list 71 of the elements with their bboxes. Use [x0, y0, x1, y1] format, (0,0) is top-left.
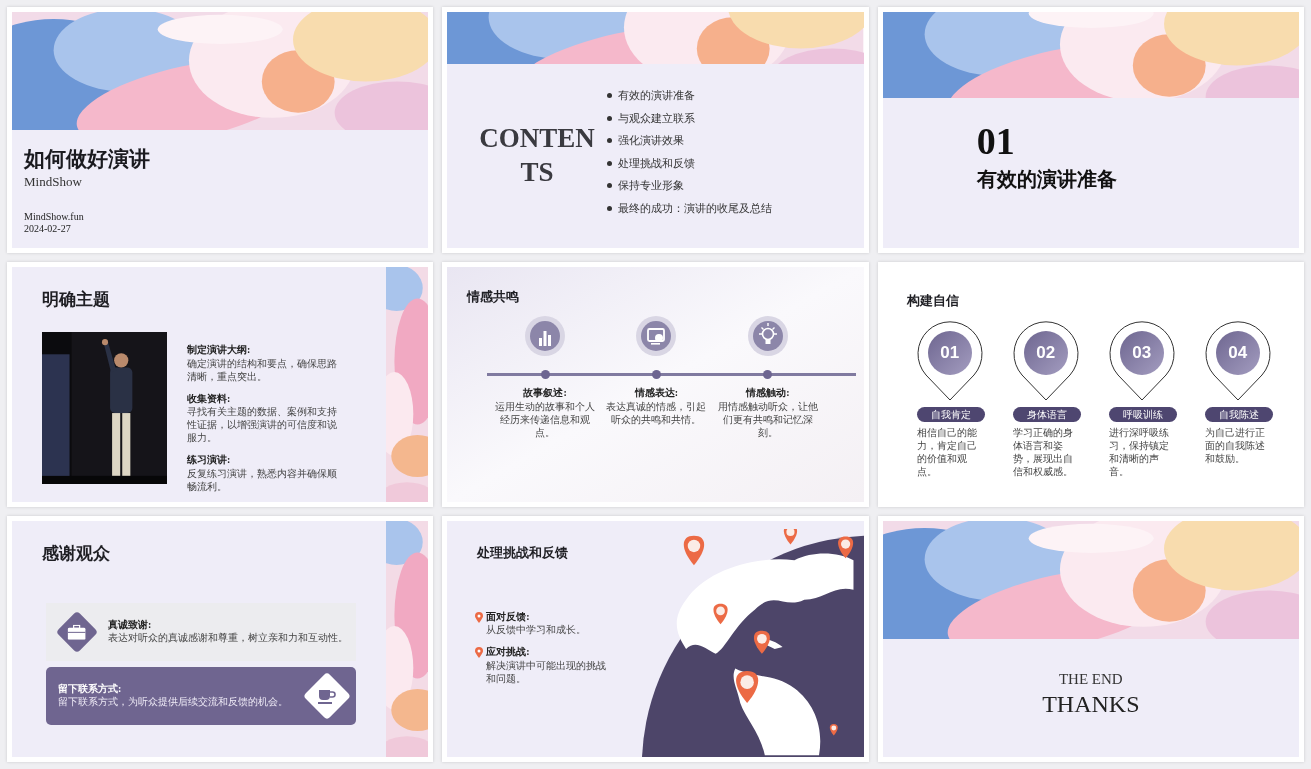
- bullet-icon: [606, 205, 612, 211]
- slide-title: 构建自信: [906, 291, 960, 310]
- slide-thumbnail[interactable]: THE END THANKS: [877, 516, 1304, 762]
- step-tag: 身体语言: [1012, 407, 1081, 423]
- contents-heading: TS: [519, 155, 555, 189]
- card-label: 留下联系方式:: [58, 683, 123, 696]
- slide-thumbnail[interactable]: 01 有效的演讲准备: [877, 7, 1304, 253]
- slide-thumbnail[interactable]: 构建自信 01 自我肯定 相信自己的能力，肯定自己的价值和观点。 02 身体语言 学习正确的身体语言和姿势，展现出自信和权威感。 03 呼吸训练 进行深呼吸练习，保持镇定和清晰的声音。 04 自我陈述 为自己进行正面的自我陈述和鼓励。: [877, 261, 1304, 508]
- slide-title: 情感共鸣: [467, 287, 521, 306]
- briefcase-icon: [68, 624, 86, 640]
- slide-title: 明确主题: [42, 288, 111, 311]
- step-label: 故事叙述:: [523, 386, 567, 401]
- chart-icon: [525, 316, 566, 357]
- point-text: 从反馈中学习和成长。: [486, 623, 588, 637]
- point-text: 反复练习演讲，熟悉内容并确保顺畅流利。: [187, 466, 338, 493]
- contents-item: 与观众建立联系: [617, 110, 695, 126]
- step-text: 表达真诚的情感，引起听众的共鸣和共情。: [606, 400, 707, 427]
- step-text: 进行深呼吸练习，保持镇定和清晰的声音。: [1108, 426, 1170, 479]
- contents-item: 处理挑战和反馈: [617, 155, 695, 171]
- bullet-icon: [606, 93, 612, 99]
- location-pin-icon: [475, 611, 484, 623]
- slide-thumbnail[interactable]: 处理挑战和反馈 面对反馈: 从反馈中学习和成长。 应对挑战: 解决演讲中可能出现的挑战和问题。: [442, 516, 869, 762]
- bullet-icon: [606, 160, 612, 166]
- contents-item: 保持专业形象: [617, 178, 684, 194]
- section-title: 有效的演讲准备: [976, 167, 1118, 192]
- bullet-icon: [606, 115, 612, 121]
- slide-title: 处理挑战和反馈: [477, 544, 570, 563]
- contents-heading: CONTEN: [479, 122, 595, 156]
- step-label: 情感触动:: [746, 386, 790, 401]
- step-text: 为自己进行正面的自我陈述和鼓励。: [1204, 426, 1266, 466]
- bullet-icon: [606, 183, 612, 189]
- bullet-icon: [606, 138, 612, 144]
- point-text: 解决演讲中可能出现的挑战和问题。: [486, 658, 608, 685]
- step-tag: 自我肯定: [916, 407, 985, 423]
- card-text: 留下联系方式，为听众提供后续交流和反馈的机会。: [58, 695, 289, 709]
- point-label: 制定演讲大纲:: [187, 344, 252, 357]
- slide-thumbnail[interactable]: 如何做好演讲 MindShow MindShow.fun 2024-02-27: [7, 7, 434, 253]
- step-label: 情感表达:: [634, 386, 679, 401]
- section-number: 01: [976, 122, 1016, 160]
- step-text: 学习正确的身体语言和姿势，展现出自信和权威感。: [1012, 426, 1074, 479]
- closing-text: THANKS: [1042, 689, 1140, 719]
- point-label: 练习演讲:: [187, 454, 232, 467]
- step-text: 运用生动的故事和个人经历来传递信息和观点。: [495, 400, 596, 440]
- slide-thumbnail[interactable]: 感谢观众 真诚致谢: 表达对听众的真诚感谢和尊重，树立亲和力和互动性。 留下联系方式: 留下联系方式，为听众提供后续交流和反馈的机会。: [7, 516, 434, 762]
- point-text: 确定演讲的结构和要点，确保思路清晰，重点突出。: [187, 356, 338, 383]
- point-label: 面对反馈:: [486, 610, 531, 624]
- card-text: 表达对听众的真诚感谢和尊重，树立亲和力和互动性。: [108, 631, 349, 645]
- closing-text: THE END: [1058, 669, 1123, 689]
- slide-thumbnail[interactable]: CONTEN TS 有效的演讲准备 与观众建立联系 强化演讲效果 处理挑战和反馈 保持专业形象 最终的成功：演讲的收尾及总结: [442, 7, 869, 253]
- card-label: 真诚致谢:: [108, 619, 153, 632]
- monitor-icon: [636, 316, 677, 357]
- location-pin-icon: [475, 647, 484, 659]
- point-label: 应对挑战:: [486, 646, 531, 659]
- slide-thumbnail[interactable]: 情感共鸣 故事叙述: 运用生动的故事和个人经历来传递信息和观点。 情感表达: 表达真诚的情感，引起听众的共鸣和共情。 情感触动: 用情感触动听众，让他们更有共鸣和记忆深刻。: [442, 261, 869, 508]
- point-label: 收集资料:: [187, 392, 232, 406]
- slide-title: 如何做好演讲: [24, 146, 151, 173]
- lightbulb-icon: [747, 316, 788, 357]
- step-tag: 呼吸训练: [1108, 407, 1177, 423]
- slide-title: 感谢观众: [42, 543, 111, 566]
- slide-thumbnail[interactable]: 明确主题 制定演讲大纲: 确定演讲的结构和要点，确保思路清晰，重点突出。 收集资料: 寻找有关主题的数据、案例和支持性证据，以增强演讲的可信度和说服力。 练习演讲: 反复练习演讲，熟悉内容并确保顺畅流利。: [7, 261, 434, 508]
- step-text: 相信自己的能力，肯定自己的价值和观点。: [916, 426, 978, 479]
- contents-item: 有效的演讲准备: [617, 88, 695, 104]
- point-text: 寻找有关主题的数据、案例和支持性证据，以增强演讲的可信度和说服力。: [187, 405, 338, 445]
- subtitle: MindShow: [24, 173, 83, 192]
- cup-icon: [317, 687, 338, 704]
- contents-item: 强化演讲效果: [617, 133, 684, 149]
- step-text: 用情感触动听众，让他们更有共鸣和记忆深刻。: [717, 400, 818, 440]
- website-text: MindShow.fun: [24, 210, 85, 224]
- step-tag: 自我陈述: [1204, 407, 1273, 423]
- contents-item: 最终的成功：演讲的收尾及总结: [617, 200, 772, 216]
- date-text: 2024-02-27: [24, 223, 72, 236]
